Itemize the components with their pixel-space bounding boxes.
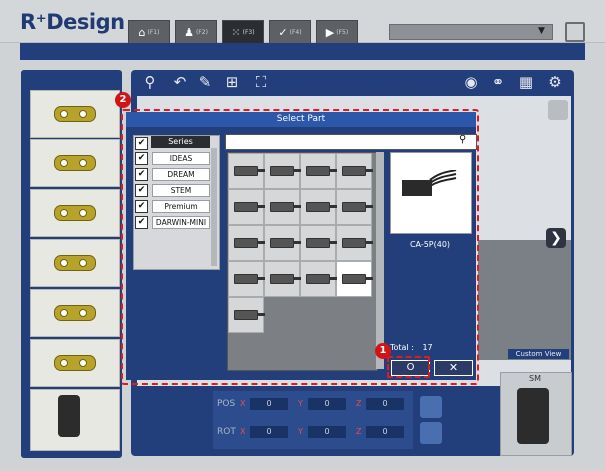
fit-view-icon[interactable]: ⛶: [252, 73, 270, 91]
frame-part-icon: [54, 155, 96, 171]
play-icon: ▶: [325, 25, 335, 39]
custom-view-button[interactable]: Custom View: [508, 349, 569, 359]
edit-icon[interactable]: ✎: [196, 73, 214, 91]
pos-label: POS: [217, 399, 236, 409]
rot-y-field[interactable]: 0: [308, 426, 346, 438]
part-item[interactable]: [30, 289, 120, 337]
app-logo: R⁺Design: [20, 10, 125, 34]
move-tool-icon[interactable]: [420, 396, 442, 418]
step-badge-2: 2: [115, 92, 131, 108]
part-item[interactable]: [30, 139, 120, 187]
save-button[interactable]: [565, 22, 585, 42]
part-item[interactable]: [30, 339, 120, 387]
step-badge-1: 1: [375, 343, 391, 359]
link-icon[interactable]: ⚭: [489, 73, 507, 91]
axis-x-label: X: [240, 427, 246, 436]
axis-z-label: Z: [356, 399, 362, 408]
axis-y-label: Y: [298, 427, 303, 436]
settings-icon[interactable]: ⚙: [546, 73, 564, 91]
rotate-tool-icon[interactable]: [420, 422, 442, 444]
part-item[interactable]: [30, 90, 120, 138]
tab-shortcut: (F1): [147, 28, 160, 36]
frame-part-icon: [54, 305, 96, 321]
header-bar: [20, 43, 585, 60]
axis-x-label: X: [240, 399, 246, 408]
frame-part-icon: [54, 255, 96, 271]
tab-home[interactable]: ⌂ (F1): [128, 20, 170, 44]
pos-x-field[interactable]: 0: [250, 398, 288, 410]
tab-user[interactable]: ♟ (F2): [175, 20, 217, 44]
project-select[interactable]: [389, 24, 553, 40]
frame-part-icon: [54, 106, 96, 122]
tab-assembly[interactable]: ⁙ (F3): [222, 20, 264, 44]
tab-shortcut: (F2): [195, 28, 208, 36]
sm-label: SM: [529, 374, 541, 383]
tab-shortcut: (F4): [289, 28, 302, 36]
servo-icon: [58, 395, 80, 437]
axis-z-label: Z: [356, 427, 362, 436]
frame-part-icon: [54, 355, 96, 371]
frame-part-icon: [54, 205, 96, 221]
grid-icon: ⁙: [231, 25, 241, 39]
floor-grid: [478, 240, 571, 360]
rot-z-field[interactable]: 0: [366, 426, 404, 438]
rot-x-field[interactable]: 0: [250, 426, 288, 438]
home-icon: ⌂: [138, 25, 146, 39]
axis-y-label: Y: [298, 399, 303, 408]
tab-shortcut: (F5): [336, 28, 349, 36]
chevron-down-icon: ▼: [538, 26, 545, 36]
ok-highlight: [387, 356, 430, 378]
servo-icon: [517, 388, 549, 444]
tab-shortcut: (F3): [242, 28, 255, 36]
dialog-highlight: [121, 109, 479, 385]
tab-play[interactable]: ▶ (F5): [316, 20, 358, 44]
eye-icon[interactable]: ◉: [462, 73, 480, 91]
rot-label: ROT: [217, 427, 236, 437]
camera-icon[interactable]: [548, 100, 568, 120]
pos-y-field[interactable]: 0: [308, 398, 346, 410]
part-item[interactable]: [30, 189, 120, 237]
tab-check[interactable]: ✓ (F4): [269, 20, 311, 44]
check-icon: ✓: [278, 25, 288, 39]
pos-z-field[interactable]: 0: [366, 398, 404, 410]
part-item[interactable]: [30, 239, 120, 287]
next-view-button[interactable]: ❯: [546, 228, 566, 248]
user-icon: ♟: [184, 25, 194, 39]
add-part-icon[interactable]: ⚲: [141, 73, 159, 91]
undo-icon[interactable]: ↶: [171, 73, 189, 91]
grid-toggle-icon[interactable]: ▦: [517, 73, 535, 91]
snap-icon[interactable]: ⊞: [223, 73, 241, 91]
